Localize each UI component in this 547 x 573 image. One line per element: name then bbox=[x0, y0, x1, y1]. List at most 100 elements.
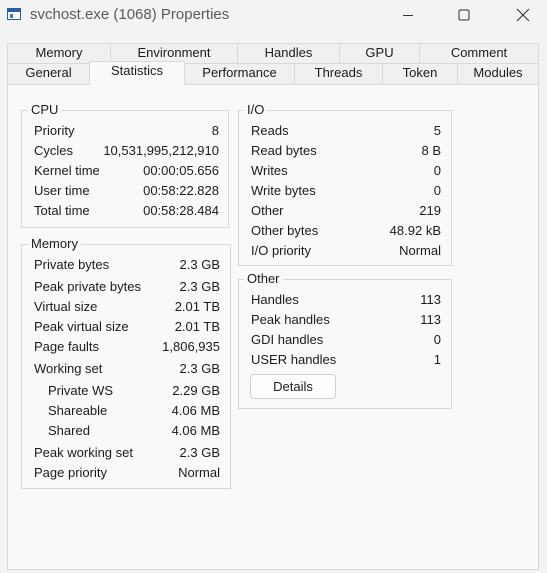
other-label: Handles bbox=[251, 292, 299, 307]
other-label: Peak handles bbox=[251, 312, 330, 327]
cpu-value: 00:58:28.484 bbox=[143, 203, 219, 218]
memory-row-shared: Shared 4.06 MB bbox=[48, 421, 220, 441]
other-value: 1 bbox=[433, 352, 441, 367]
io-value: 219 bbox=[419, 203, 441, 218]
memory-value: 4.06 MB bbox=[171, 423, 220, 438]
memory-label: Working set bbox=[34, 361, 103, 376]
tab-gpu[interactable]: GPU bbox=[339, 43, 420, 64]
title-bar: svchost.exe (1068) Properties bbox=[0, 0, 547, 30]
memory-label: Peak working set bbox=[34, 445, 133, 460]
tab-handles[interactable]: Handles bbox=[237, 43, 340, 64]
io-row-other: Other 219 bbox=[251, 201, 441, 221]
maximize-icon bbox=[458, 9, 470, 21]
io-row-writes: Writes 0 bbox=[251, 161, 441, 181]
tab-general[interactable]: General bbox=[7, 63, 90, 85]
memory-row-working-set: Working set 2.3 GB bbox=[34, 359, 220, 379]
io-label: Write bytes bbox=[251, 183, 316, 198]
io-label: Reads bbox=[251, 123, 289, 138]
io-label: I/O priority bbox=[251, 243, 311, 258]
io-value: 5 bbox=[433, 123, 441, 138]
memory-row-peak-virtual-size: Peak virtual size 2.01 TB bbox=[34, 317, 220, 337]
io-group-title: I/O bbox=[244, 102, 268, 118]
memory-value: 2.3 GB bbox=[179, 445, 220, 460]
cpu-group: CPU Priority 8 Cycles 10,531,995,212,910… bbox=[21, 102, 229, 228]
memory-label: Private bytes bbox=[34, 257, 110, 272]
other-label: USER handles bbox=[251, 352, 337, 367]
memory-value: 4.06 MB bbox=[171, 403, 220, 418]
tab-threads[interactable]: Threads bbox=[294, 63, 383, 85]
memory-row-shareable: Shareable 4.06 MB bbox=[48, 401, 220, 421]
io-label: Writes bbox=[251, 163, 288, 178]
io-label: Other bbox=[251, 203, 284, 218]
cpu-label: User time bbox=[34, 183, 90, 198]
memory-row-peak-private-bytes: Peak private bytes 2.3 GB bbox=[34, 277, 220, 297]
cpu-group-title: CPU bbox=[28, 102, 62, 118]
cpu-row-cycles: Cycles 10,531,995,212,910 bbox=[34, 141, 219, 161]
io-row-reads: Reads 5 bbox=[251, 121, 441, 141]
memory-label: Virtual size bbox=[34, 299, 98, 314]
minimize-button[interactable] bbox=[385, 0, 431, 30]
memory-value: 2.3 GB bbox=[179, 361, 220, 376]
memory-value: 1,806,935 bbox=[162, 339, 220, 354]
other-value: 113 bbox=[420, 312, 441, 327]
memory-row-virtual-size: Virtual size 2.01 TB bbox=[34, 297, 220, 317]
window-title: svchost.exe (1068) Properties bbox=[30, 6, 230, 23]
other-row-peak-handles: Peak handles 113 bbox=[251, 310, 441, 330]
cpu-value: 10,531,995,212,910 bbox=[103, 143, 219, 158]
memory-label: Shared bbox=[48, 423, 90, 438]
close-button[interactable] bbox=[500, 0, 546, 30]
io-value: 8 B bbox=[421, 143, 441, 158]
memory-row-page-priority: Page priority Normal bbox=[34, 463, 220, 483]
cpu-label: Priority bbox=[34, 123, 75, 138]
window-icon bbox=[7, 8, 21, 20]
memory-value: 2.3 GB bbox=[179, 279, 220, 294]
tab-modules[interactable]: Modules bbox=[457, 63, 539, 85]
io-value: 0 bbox=[433, 183, 441, 198]
cpu-row-user-time: User time 00:58:22.828 bbox=[34, 181, 219, 201]
cpu-label: Cycles bbox=[34, 143, 74, 158]
other-value: 0 bbox=[433, 332, 441, 347]
io-value: 48.92 kB bbox=[389, 223, 441, 238]
memory-value: 2.3 GB bbox=[179, 257, 220, 272]
tab-statistics[interactable]: Statistics bbox=[89, 61, 185, 85]
io-value: Normal bbox=[399, 243, 441, 258]
cpu-value: 8 bbox=[211, 123, 219, 138]
io-group: I/O Reads 5 Read bytes 8 B Writes 0 Writ… bbox=[238, 102, 452, 266]
io-row-write-bytes: Write bytes 0 bbox=[251, 181, 441, 201]
close-icon bbox=[516, 8, 530, 22]
tab-performance[interactable]: Performance bbox=[184, 63, 295, 85]
io-row-other-bytes: Other bytes 48.92 kB bbox=[251, 221, 441, 241]
memory-value: Normal bbox=[178, 465, 220, 480]
memory-row-private-ws: Private WS 2.29 GB bbox=[48, 381, 220, 401]
memory-group-title: Memory bbox=[28, 236, 81, 252]
memory-value: 2.29 GB bbox=[172, 383, 220, 398]
other-group: Other Handles 113 Peak handles 113 GDI h… bbox=[238, 271, 452, 409]
tab-token[interactable]: Token bbox=[382, 63, 458, 85]
cpu-label: Kernel time bbox=[34, 163, 100, 178]
io-label: Read bytes bbox=[251, 143, 317, 158]
io-row-io-priority: I/O priority Normal bbox=[251, 241, 441, 261]
memory-label: Peak private bytes bbox=[34, 279, 141, 294]
other-value: 113 bbox=[420, 292, 441, 307]
other-label: GDI handles bbox=[251, 332, 324, 347]
cpu-row-priority: Priority 8 bbox=[34, 121, 219, 141]
maximize-button[interactable] bbox=[441, 0, 487, 30]
memory-label: Shareable bbox=[48, 403, 108, 418]
cpu-row-total-time: Total time 00:58:28.484 bbox=[34, 201, 219, 221]
memory-label: Peak virtual size bbox=[34, 319, 129, 334]
memory-row-private-bytes: Private bytes 2.3 GB bbox=[34, 255, 220, 275]
details-button[interactable]: Details bbox=[250, 374, 336, 399]
tab-comment[interactable]: Comment bbox=[419, 43, 539, 64]
other-group-title: Other bbox=[244, 271, 283, 287]
memory-label: Page faults bbox=[34, 339, 100, 354]
cpu-row-kernel-time: Kernel time 00:00:05.656 bbox=[34, 161, 219, 181]
other-row-user-handles: USER handles 1 bbox=[251, 350, 441, 370]
memory-row-page-faults: Page faults 1,806,935 bbox=[34, 337, 220, 357]
cpu-value: 00:00:05.656 bbox=[143, 163, 219, 178]
memory-group: Memory Private bytes 2.3 GB Peak private… bbox=[21, 236, 231, 489]
memory-value: 2.01 TB bbox=[174, 319, 220, 334]
memory-row-peak-working-set: Peak working set 2.3 GB bbox=[34, 443, 220, 463]
memory-label: Private WS bbox=[48, 383, 114, 398]
other-row-handles: Handles 113 bbox=[251, 290, 441, 310]
cpu-value: 00:58:22.828 bbox=[143, 183, 219, 198]
